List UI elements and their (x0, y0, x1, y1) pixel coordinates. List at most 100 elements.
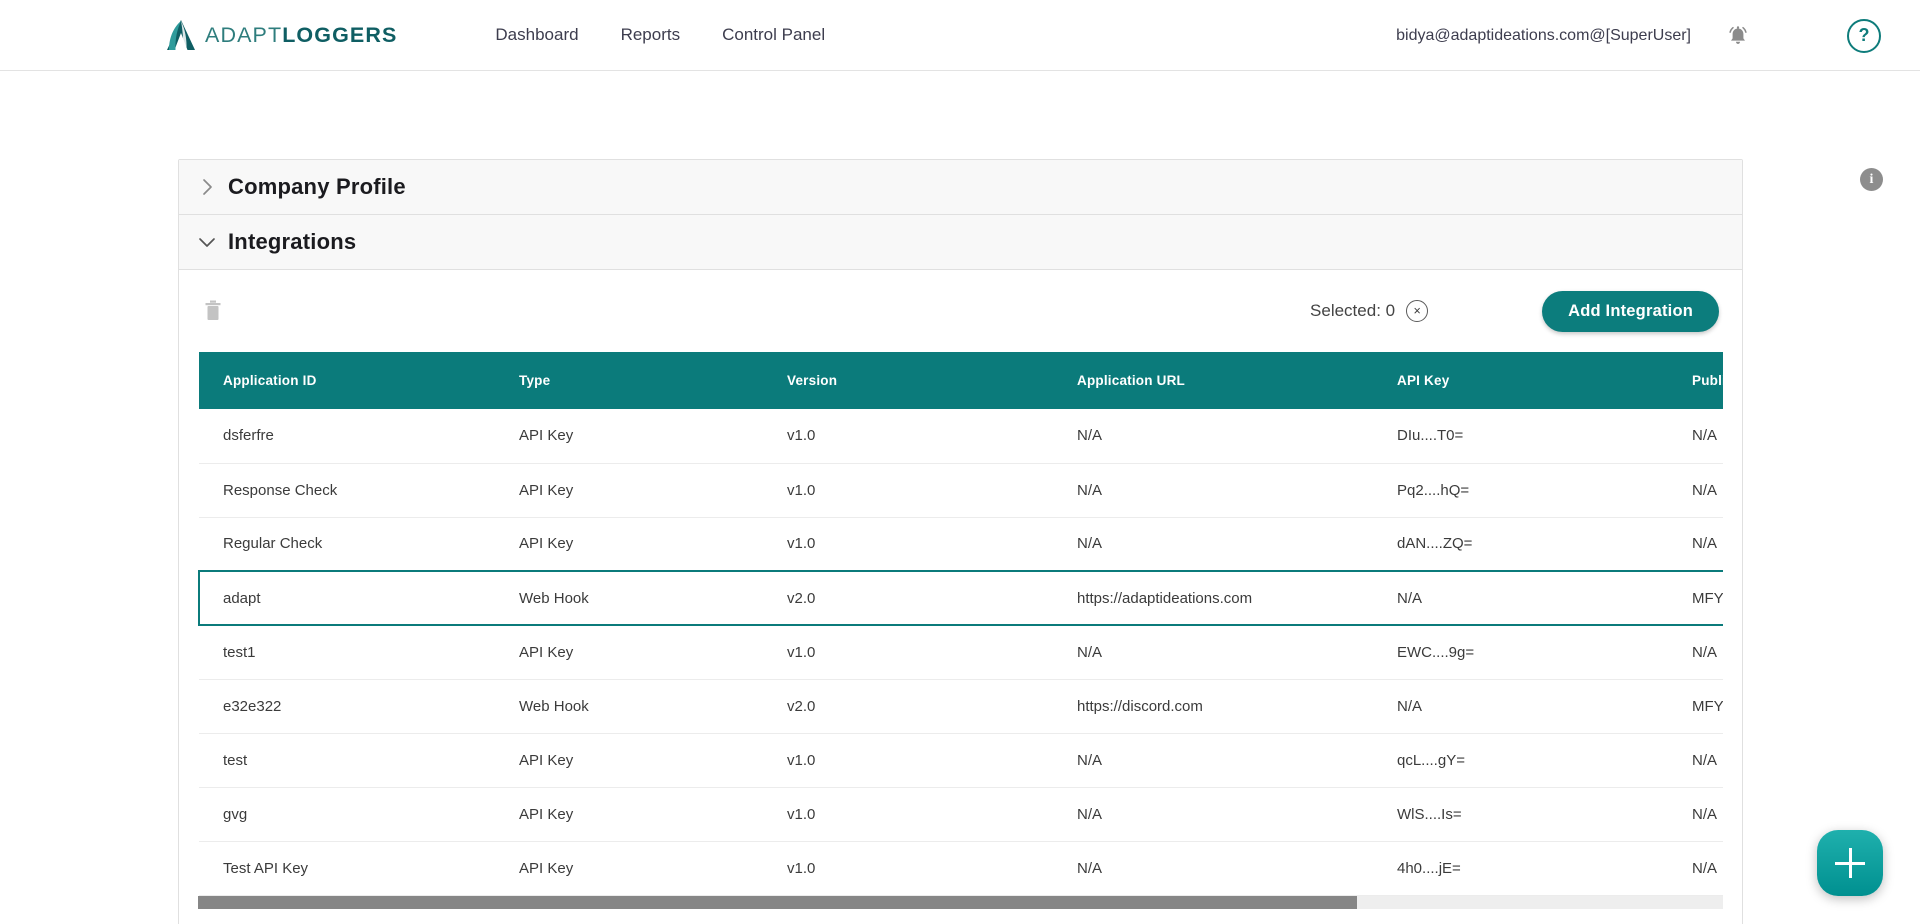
column-header-version[interactable]: Version (763, 352, 1053, 409)
table-row[interactable]: dsferfre API Key v1.0 N/A DIu....T0= N/A (199, 409, 1723, 464)
cell-pub_key: N/A (1668, 625, 1723, 680)
cell-url: https://adaptideations.com (1053, 570, 1373, 626)
adapt-arrow-logo-icon (167, 20, 195, 50)
plus-icon (1835, 848, 1865, 878)
cell-api_key: WlS....Is= (1373, 787, 1668, 842)
cell-type: API Key (495, 517, 763, 572)
accordion-company-profile[interactable]: Company Profile (179, 160, 1742, 215)
cell-type: Web Hook (495, 570, 763, 626)
cell-api_key: dAN....ZQ= (1373, 517, 1668, 572)
cell-version: v1.0 (763, 841, 1053, 896)
horizontal-scrollbar[interactable] (198, 895, 1723, 909)
cell-api_key: Pq2....hQ= (1373, 463, 1668, 518)
cell-type: API Key (495, 463, 763, 518)
table-row[interactable]: e32e322 Web Hook v2.0 https://discord.com N/… (199, 679, 1723, 734)
brand-text-light: ADAPT (205, 22, 283, 47)
horizontal-scrollbar-thumb[interactable] (198, 895, 1357, 909)
table-row[interactable]: test1 API Key v1.0 N/A EWC....9g= N/A (199, 625, 1723, 680)
help-button[interactable]: ? (1847, 18, 1881, 53)
cell-url: https://discord.com (1053, 679, 1373, 734)
brand-wordmark: ADAPTLOGGERS (205, 23, 397, 48)
cell-type: API Key (495, 409, 763, 464)
cell-version: v1.0 (763, 409, 1053, 464)
cell-pub_key: N/A (1668, 463, 1723, 518)
cell-type: Web Hook (495, 679, 763, 734)
cell-api_key: EWC....9g= (1373, 625, 1668, 680)
user-email-label: bidya@adaptideations.com@[SuperUser] (1396, 26, 1691, 44)
chevron-down-icon (196, 231, 218, 253)
page-content: i Company Profile Integrations Selected:… (0, 71, 1920, 924)
cell-url: N/A (1053, 787, 1373, 842)
settings-panel: Company Profile Integrations Selected: 0… (178, 159, 1743, 924)
column-header-application-url[interactable]: Application URL (1053, 352, 1373, 409)
cell-app_id: test1 (199, 625, 495, 680)
table-row[interactable]: Regular Check API Key v1.0 N/A dAN....ZQ= N/A (199, 517, 1723, 572)
notifications-button[interactable] (1721, 19, 1755, 53)
delete-selected-button[interactable] (198, 296, 228, 326)
cell-type: API Key (495, 733, 763, 788)
cell-api_key: 4h0....jE= (1373, 841, 1668, 896)
cell-type: API Key (495, 841, 763, 896)
cell-version: v1.0 (763, 517, 1053, 572)
column-header-application-id[interactable]: Application ID (199, 352, 495, 409)
cell-app_id: Regular Check (199, 517, 495, 572)
cell-url: N/A (1053, 409, 1373, 464)
cell-version: v1.0 (763, 463, 1053, 518)
pagination-bar: 1 to 9 of 9 |< ‹ Page 1 of 1 › >| (179, 908, 1742, 924)
integrations-toolbar: Selected: 0 × Add Integration (179, 270, 1742, 352)
toolbar-right-cluster: Selected: 0 × Add Integration (1310, 290, 1719, 332)
cell-app_id: test (199, 733, 495, 788)
cell-pub_key: MFYwEA. (1668, 679, 1723, 734)
table-row[interactable]: gvg API Key v1.0 N/A WlS....Is= N/A (199, 787, 1723, 842)
cell-type: API Key (495, 625, 763, 680)
selected-count-label: Selected: 0 (1310, 301, 1396, 320)
table-row[interactable]: test API Key v1.0 N/A qcL....gY= N/A (199, 733, 1723, 788)
integrations-grid-viewport: Application ID Type Version Application … (198, 352, 1723, 896)
table-row[interactable]: Response Check API Key v1.0 N/A Pq2....hQ= N/… (199, 463, 1723, 518)
cell-version: v1.0 (763, 733, 1053, 788)
cell-type: API Key (495, 787, 763, 842)
accordion-integrations[interactable]: Integrations (179, 215, 1742, 270)
cell-url: N/A (1053, 463, 1373, 518)
cell-app_id: Response Check (199, 463, 495, 518)
cell-pub_key: MFYwEA (1668, 570, 1723, 626)
header-right-cluster: bidya@adaptideations.com@[SuperUser] ? (1396, 0, 1920, 71)
cell-app_id: Test API Key (199, 841, 495, 896)
column-header-api-key[interactable]: API Key (1373, 352, 1668, 409)
cell-version: v1.0 (763, 787, 1053, 842)
cell-version: v2.0 (763, 679, 1053, 734)
main-nav: Dashboard Reports Control Panel (495, 25, 825, 45)
table-header: Application ID Type Version Application … (199, 352, 1723, 409)
cell-version: v2.0 (763, 570, 1053, 626)
info-icon[interactable]: i (1860, 168, 1883, 191)
cell-pub_key: N/A (1668, 517, 1723, 572)
table-body: dsferfre API Key v1.0 N/A DIu....T0= N/A Respo… (198, 409, 1723, 896)
cell-pub_key: N/A (1668, 787, 1723, 842)
integrations-grid-wrapper: Application ID Type Version Application … (180, 352, 1741, 909)
nav-item-dashboard[interactable]: Dashboard (495, 25, 578, 45)
nav-item-reports[interactable]: Reports (621, 25, 681, 45)
brand-logo[interactable]: ADAPTLOGGERS (166, 19, 397, 51)
table-row[interactable]: adapt Web Hook v2.0 https://adaptideations.… (198, 570, 1723, 626)
table-row[interactable]: Test API Key API Key v1.0 N/A 4h0....jE= N/A (199, 841, 1723, 896)
trash-icon (205, 300, 221, 320)
cell-api_key: qcL....gY= (1373, 733, 1668, 788)
table-header-row: Application ID Type Version Application … (199, 352, 1723, 409)
add-integration-button[interactable]: Add Integration (1542, 290, 1719, 332)
cell-version: v1.0 (763, 625, 1053, 680)
nav-item-control-panel[interactable]: Control Panel (722, 25, 825, 45)
column-header-public-key[interactable]: Public Key (1668, 352, 1723, 409)
integrations-table: Application ID Type Version Application … (198, 352, 1723, 896)
cell-app_id: adapt (198, 570, 495, 626)
accordion-title-integrations: Integrations (228, 229, 357, 254)
integrations-body: Selected: 0 × Add Integration Applicatio… (179, 270, 1742, 924)
cell-pub_key: N/A (1668, 409, 1723, 464)
add-floating-action-button[interactable] (1817, 830, 1883, 896)
column-header-type[interactable]: Type (495, 352, 763, 409)
cell-pub_key: N/A (1668, 733, 1723, 788)
cell-app_id: dsferfre (199, 409, 495, 464)
chevron-right-icon (196, 176, 218, 198)
clear-selection-icon[interactable]: × (1406, 300, 1429, 322)
cell-api_key: N/A (1373, 679, 1668, 734)
cell-pub_key: N/A (1668, 841, 1723, 896)
